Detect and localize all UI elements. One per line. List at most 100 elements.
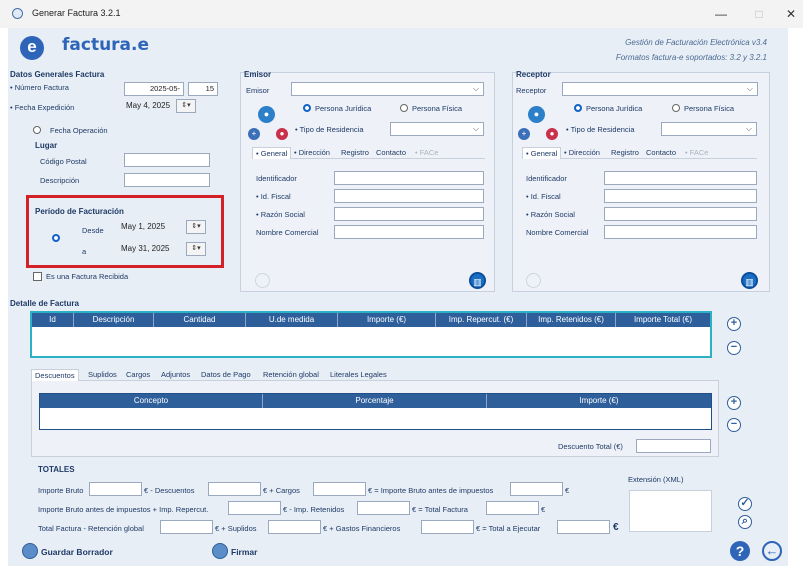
col-imp-repercut[interactable]: Imp. Repercut. (€) xyxy=(436,313,527,327)
emisor-residencia-select[interactable]: ⌵ xyxy=(390,122,484,136)
guardar-icon[interactable] xyxy=(22,543,38,559)
receptor-idfiscal-label: • Id. Fiscal xyxy=(526,192,561,201)
numero-input[interactable]: 2025-05- xyxy=(124,82,184,96)
col-concepto[interactable]: Concepto xyxy=(40,394,263,408)
fecha-exp-value[interactable]: May 4, 2025 xyxy=(126,101,170,110)
general-title: Datos Generales Factura xyxy=(10,70,105,79)
emisor-tab-registro[interactable]: Registro xyxy=(338,147,372,159)
lugar-desc-input[interactable] xyxy=(124,173,210,187)
descuento-remove-button[interactable]: − xyxy=(727,418,741,432)
cargos-total-input[interactable] xyxy=(313,482,366,496)
emisor-bank-icon[interactable]: ▥ xyxy=(469,272,486,289)
subtab-literales[interactable]: Literales Legales xyxy=(327,369,390,381)
emisor-comercial-input[interactable] xyxy=(334,225,484,239)
suplidos-input[interactable] xyxy=(268,520,321,534)
receptor-comercial-input[interactable] xyxy=(604,225,757,239)
receptor-residencia-select[interactable]: ⌵ xyxy=(661,122,757,136)
total-ejecutar-input[interactable] xyxy=(557,520,610,534)
gastos-input[interactable] xyxy=(421,520,474,534)
emisor-tab-contacto[interactable]: Contacto xyxy=(373,147,409,159)
desde-value[interactable]: May 1, 2025 xyxy=(121,222,165,231)
receptor-group-icon[interactable]: ● xyxy=(546,128,558,140)
maximize-button[interactable]: □ xyxy=(748,5,770,23)
numero-seq-input[interactable]: 15 xyxy=(188,82,218,96)
help-button[interactable]: ? xyxy=(730,541,750,561)
receptor-tab-direccion[interactable]: • Dirección xyxy=(561,147,603,159)
col-imp-retenidos[interactable]: Imp. Retenidos (€) xyxy=(527,313,616,327)
emisor-tab-face[interactable]: • FACe xyxy=(412,147,441,159)
emisor-identificador-label: Identificador xyxy=(256,174,297,183)
col-descripcion[interactable]: Descripción xyxy=(74,313,154,327)
subtab-datos-pago[interactable]: Datos de Pago xyxy=(198,369,254,381)
receptor-idfiscal-input[interactable] xyxy=(604,189,757,203)
validate-button[interactable]: ✓ xyxy=(738,497,752,511)
receptor-person-icon[interactable]: ● xyxy=(528,106,545,123)
guardar-button[interactable]: Guardar Borrador xyxy=(41,547,113,557)
receptor-tab-face[interactable]: • FACe xyxy=(682,147,711,159)
bruto-impuestos-label: Importe Bruto antes de impuestos + Imp. … xyxy=(38,505,209,514)
periodo-radio[interactable] xyxy=(52,234,60,242)
fecha-exp-spinner[interactable]: ⇕▾ xyxy=(176,99,196,113)
emisor-title: Emisor xyxy=(244,70,272,79)
brand-version: Gestión de Facturación Electrónica v3.4 xyxy=(625,38,767,47)
col-desc-importe[interactable]: Importe (€) xyxy=(487,394,711,408)
importe-bruto-input[interactable] xyxy=(89,482,142,496)
receptor-tab-contacto[interactable]: Contacto xyxy=(643,147,679,159)
recibida-checkbox[interactable] xyxy=(33,272,42,281)
subtab-suplidos[interactable]: Suplidos xyxy=(85,369,120,381)
close-button[interactable]: ✕ xyxy=(780,5,802,23)
emisor-juridica-radio[interactable] xyxy=(303,104,311,112)
col-porcentaje[interactable]: Porcentaje xyxy=(263,394,487,408)
bruto-antes-input[interactable] xyxy=(510,482,563,496)
col-id[interactable]: Id xyxy=(32,313,74,327)
receptor-identificador-input[interactable] xyxy=(604,171,757,185)
col-importe[interactable]: Importe (€) xyxy=(338,313,436,327)
emisor-fisica-radio[interactable] xyxy=(400,104,408,112)
detalle-remove-button[interactable]: − xyxy=(727,341,741,355)
subtab-adjuntos[interactable]: Adjuntos xyxy=(158,369,193,381)
emisor-group-icon[interactable]: ● xyxy=(276,128,288,140)
receptor-select[interactable]: ⌵ xyxy=(562,82,758,96)
total-factura-input[interactable] xyxy=(486,501,539,515)
col-cantidad[interactable]: Cantidad xyxy=(154,313,246,327)
receptor-razon-input[interactable] xyxy=(604,207,757,221)
emisor-select[interactable]: ⌵ xyxy=(291,82,484,96)
extension-textarea[interactable] xyxy=(629,490,712,532)
descuento-total-input[interactable] xyxy=(636,439,711,453)
retencion-global-input[interactable] xyxy=(160,520,213,534)
emisor-identificador-input[interactable] xyxy=(334,171,484,185)
receptor-juridica-radio[interactable] xyxy=(574,104,582,112)
receptor-tab-general[interactable]: • General xyxy=(522,147,562,159)
emisor-tab-general[interactable]: • General xyxy=(252,147,292,159)
back-button[interactable]: ← xyxy=(762,541,782,561)
receptor-bank-icon[interactable]: ▥ xyxy=(741,272,758,289)
imp-repercut-input[interactable] xyxy=(228,501,281,515)
a-value[interactable]: May 31, 2025 xyxy=(121,244,169,253)
emisor-idfiscal-input[interactable] xyxy=(334,189,484,203)
col-importe-total[interactable]: Importe Total (€) xyxy=(616,313,710,327)
desde-spinner[interactable]: ⇕▾ xyxy=(186,220,206,234)
receptor-fisica-radio[interactable] xyxy=(672,104,680,112)
descuento-add-button[interactable]: + xyxy=(727,396,741,410)
receptor-tab-registro[interactable]: Registro xyxy=(608,147,642,159)
emisor-razon-input[interactable] xyxy=(334,207,484,221)
col-umedida[interactable]: U.de medida xyxy=(246,313,338,327)
a-spinner[interactable]: ⇕▾ xyxy=(186,242,206,256)
emisor-person-icon[interactable]: ● xyxy=(258,106,275,123)
fecha-op-radio[interactable] xyxy=(33,126,41,134)
minimize-button[interactable]: — xyxy=(710,5,732,23)
firmar-icon[interactable] xyxy=(212,543,228,559)
imp-retenidos-input[interactable] xyxy=(357,501,410,515)
descuentos-total-input[interactable] xyxy=(208,482,261,496)
subtab-descuentos[interactable]: Descuentos xyxy=(31,369,79,381)
emisor-tab-direccion[interactable]: • Dirección xyxy=(291,147,333,159)
emisor-add-icon[interactable]: + xyxy=(248,128,260,140)
detalle-add-button[interactable]: + xyxy=(727,317,741,331)
subtab-cargos[interactable]: Cargos xyxy=(123,369,153,381)
emisor-fisica-label: Persona Física xyxy=(412,104,463,113)
firmar-button[interactable]: Firmar xyxy=(231,547,257,557)
subtab-retencion[interactable]: Retención global xyxy=(260,369,322,381)
cp-input[interactable] xyxy=(124,153,210,167)
receptor-add-icon[interactable]: + xyxy=(518,128,530,140)
search-button[interactable]: ⌕ xyxy=(738,515,752,529)
